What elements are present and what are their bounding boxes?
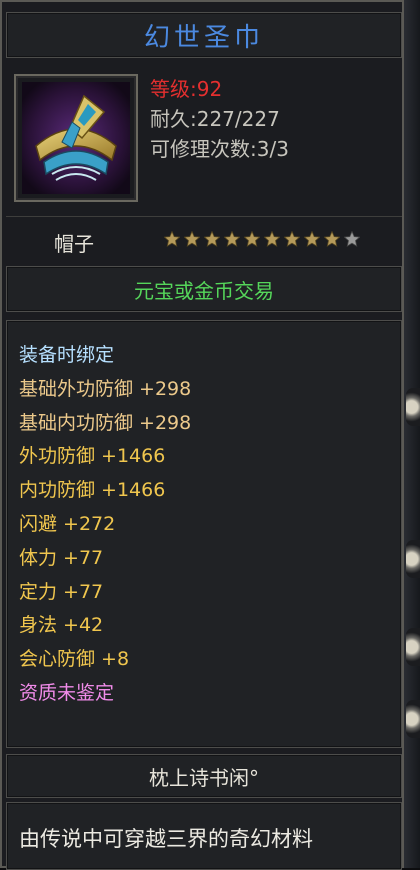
star-filled-icon bbox=[304, 231, 320, 247]
owner-name: 枕上诗书闲° bbox=[149, 765, 259, 790]
ornament bbox=[406, 388, 420, 426]
background-edge bbox=[404, 0, 420, 868]
item-type: 帽子 bbox=[54, 232, 94, 256]
attribute-line: 闪避 +272 bbox=[19, 512, 116, 535]
item-description: 由传说中可穿越三界的奇幻材料 bbox=[19, 827, 313, 851]
attribute-line: 装备时绑定 bbox=[19, 344, 115, 366]
attribute-line: 内功防御 +1466 bbox=[19, 479, 166, 502]
star-filled-icon bbox=[284, 231, 300, 247]
star-filled-icon bbox=[244, 231, 260, 247]
attribute-line: 定力 +77 bbox=[19, 580, 104, 603]
helmet-headscarf-icon bbox=[22, 82, 130, 194]
star-empty-icon bbox=[344, 231, 360, 247]
star-rating bbox=[164, 231, 360, 247]
star-filled-icon bbox=[264, 231, 280, 247]
item-stats: 等级:92 耐久:227/227 可修理次数:3/3 bbox=[150, 74, 289, 164]
divider bbox=[6, 216, 402, 217]
attribute-line: 身法 +42 bbox=[19, 614, 104, 637]
ornament bbox=[406, 700, 420, 738]
ornament bbox=[406, 628, 420, 666]
attributes-panel: 装备时绑定基础外功防御 +298 基础内功防御 +298 外功防御 +1466 内功防… bbox=[6, 320, 402, 748]
star-filled-icon bbox=[184, 231, 200, 247]
trade-bar: 元宝或金币交易 bbox=[6, 266, 402, 312]
item-icon-frame[interactable] bbox=[14, 74, 138, 202]
ornament bbox=[406, 540, 420, 578]
star-filled-icon bbox=[324, 231, 340, 247]
attribute-list: 装备时绑定基础外功防御 +298 基础内功防御 +298 外功防御 +1466 内功防… bbox=[19, 339, 191, 711]
description-panel: 由传说中可穿越三界的奇幻材料 bbox=[6, 802, 402, 870]
item-name: 幻世圣巾 bbox=[143, 22, 264, 53]
star-filled-icon bbox=[204, 231, 220, 247]
star-filled-icon bbox=[224, 231, 240, 247]
item-tooltip: 幻世圣巾 等级:92 耐久:227/227 可修理次数:3/3 帽子 元宝或金币… bbox=[0, 0, 406, 870]
attribute-line: 体力 +77 bbox=[19, 546, 104, 569]
title-bar: 幻世圣巾 bbox=[6, 12, 402, 58]
level-requirement: 等级:92 bbox=[150, 77, 223, 101]
trade-type: 元宝或金币交易 bbox=[134, 278, 274, 303]
type-row: 帽子 bbox=[2, 222, 406, 262]
attribute-line: 资质未鉴定 bbox=[19, 681, 115, 704]
star-filled-icon bbox=[164, 231, 180, 247]
owner-bar: 枕上诗书闲° bbox=[6, 754, 402, 798]
repair-count: 可修理次数:3/3 bbox=[150, 137, 289, 161]
durability: 耐久:227/227 bbox=[150, 107, 280, 131]
attribute-line: 外功防御 +1466 bbox=[19, 445, 166, 468]
attribute-line: 基础外功防御 +298 bbox=[19, 377, 192, 400]
attribute-line: 基础内功防御 +298 bbox=[19, 411, 192, 434]
attribute-line: 会心防御 +8 bbox=[19, 648, 130, 671]
